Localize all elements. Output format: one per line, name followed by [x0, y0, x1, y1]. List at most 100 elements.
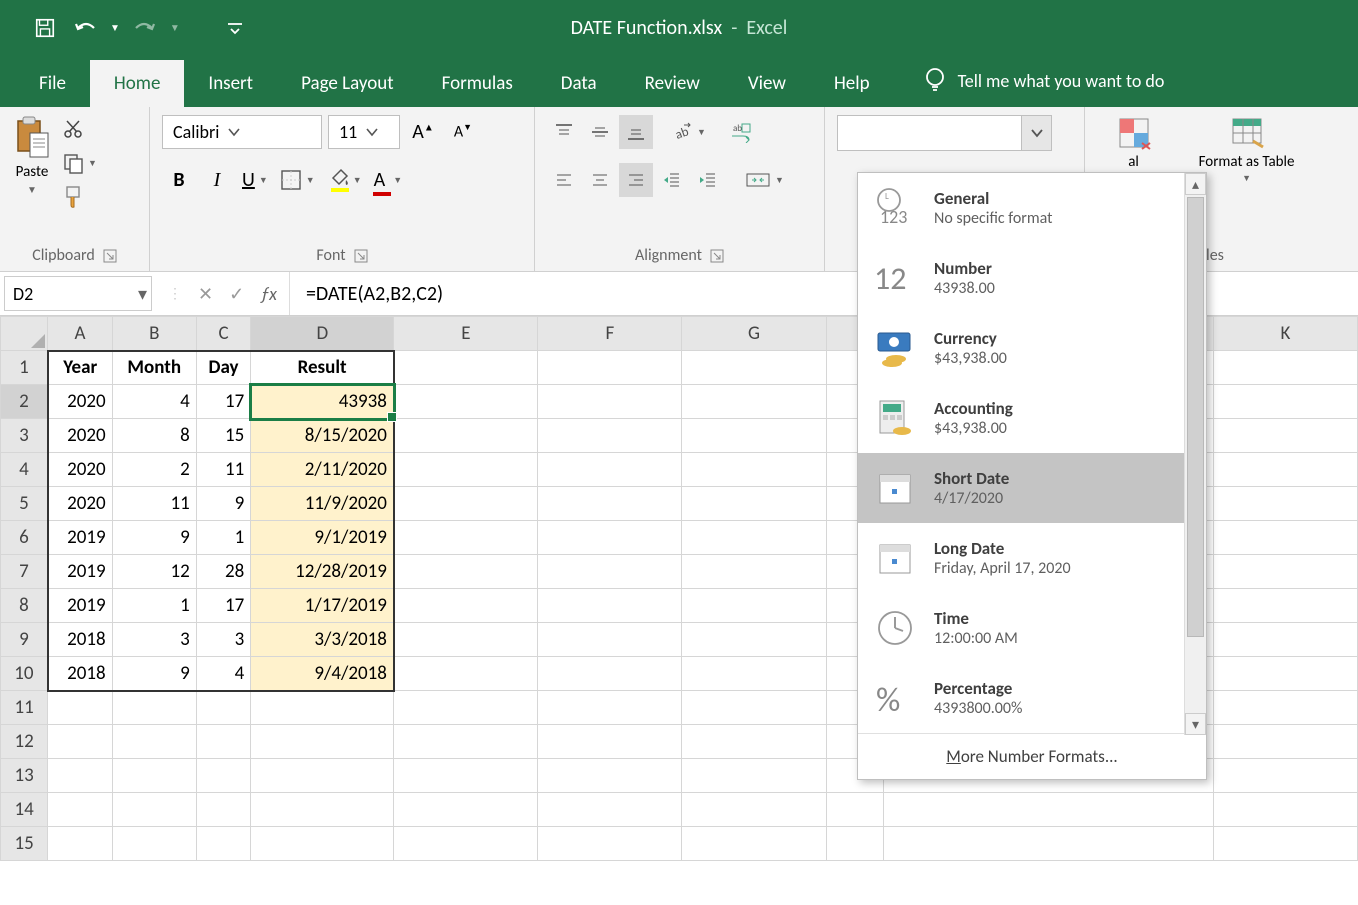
cell[interactable]: 43938 — [251, 385, 394, 419]
cell[interactable] — [682, 725, 826, 759]
cell[interactable] — [1213, 827, 1357, 861]
customize-qat-button[interactable] — [220, 13, 250, 43]
cell[interactable] — [112, 759, 196, 793]
cell[interactable] — [48, 691, 112, 725]
cell[interactable] — [394, 385, 538, 419]
cancel-formula-button[interactable]: ✕ — [198, 283, 213, 305]
cell[interactable]: 3 — [112, 623, 196, 657]
column-header[interactable]: K — [1213, 317, 1357, 351]
cell[interactable] — [196, 691, 250, 725]
cell[interactable] — [538, 623, 682, 657]
increase-indent-button[interactable] — [691, 163, 725, 197]
column-header[interactable]: F — [538, 317, 682, 351]
cell[interactable]: 1 — [196, 521, 250, 555]
cell[interactable] — [1213, 623, 1357, 657]
row-header[interactable]: 14 — [1, 793, 48, 827]
cell[interactable]: Month — [112, 351, 196, 385]
cell[interactable] — [682, 385, 826, 419]
name-box[interactable]: D2 ▾ — [4, 276, 152, 311]
column-header[interactable]: A — [48, 317, 112, 351]
cell[interactable] — [112, 691, 196, 725]
number-format-option-time[interactable]: Time12:00:00 AM — [858, 593, 1206, 663]
cell[interactable] — [682, 657, 826, 691]
cell[interactable]: 9 — [196, 487, 250, 521]
cell[interactable] — [394, 827, 538, 861]
decrease-font-button[interactable]: A▼ — [446, 115, 480, 149]
cell[interactable] — [884, 793, 1214, 827]
cell[interactable]: 9 — [112, 657, 196, 691]
cell[interactable] — [196, 827, 250, 861]
cell[interactable]: 17 — [196, 385, 250, 419]
cell[interactable]: 9/4/2018 — [251, 657, 394, 691]
undo-dropdown-icon[interactable]: ▼ — [110, 21, 120, 34]
row-header[interactable]: 8 — [1, 589, 48, 623]
align-bottom-button[interactable] — [619, 115, 653, 149]
cell[interactable] — [1213, 691, 1357, 725]
cell[interactable] — [394, 589, 538, 623]
cell[interactable] — [682, 555, 826, 589]
cell[interactable]: 2019 — [48, 521, 112, 555]
row-header[interactable]: 5 — [1, 487, 48, 521]
increase-font-button[interactable]: A▲ — [406, 115, 440, 149]
cell[interactable]: 2020 — [48, 487, 112, 521]
more-number-formats-button[interactable]: More Number Formats... — [858, 733, 1206, 779]
tab-view[interactable]: View — [724, 60, 810, 107]
cell[interactable] — [538, 589, 682, 623]
decrease-indent-button[interactable] — [655, 163, 689, 197]
cell[interactable] — [196, 793, 250, 827]
tab-data[interactable]: Data — [537, 60, 621, 107]
scroll-thumb[interactable] — [1187, 197, 1204, 637]
column-header[interactable]: C — [196, 317, 250, 351]
cell[interactable]: 3 — [196, 623, 250, 657]
column-header[interactable]: B — [112, 317, 196, 351]
scrollbar[interactable]: ▴▾ — [1184, 173, 1206, 735]
number-format-option-short-date[interactable]: Short Date4/17/2020 — [858, 453, 1206, 523]
cell[interactable] — [538, 657, 682, 691]
cell[interactable] — [394, 453, 538, 487]
cell[interactable] — [682, 793, 826, 827]
cell[interactable] — [884, 827, 1214, 861]
cell[interactable]: 2019 — [48, 555, 112, 589]
enter-formula-button[interactable]: ✓ — [229, 283, 244, 305]
tab-home[interactable]: Home — [90, 60, 185, 107]
cell[interactable] — [112, 827, 196, 861]
cell[interactable] — [394, 793, 538, 827]
cell[interactable] — [1213, 385, 1357, 419]
row-header[interactable]: 9 — [1, 623, 48, 657]
italic-button[interactable]: I — [200, 163, 234, 197]
cell[interactable]: 2/11/2020 — [251, 453, 394, 487]
column-header[interactable]: D — [251, 317, 394, 351]
borders-button[interactable]: ▼ — [276, 163, 319, 197]
fill-color-button[interactable]: ▼ — [323, 163, 366, 197]
cell[interactable]: 3/3/2018 — [251, 623, 394, 657]
cell[interactable] — [394, 487, 538, 521]
cell[interactable]: 1 — [112, 589, 196, 623]
cell[interactable] — [251, 827, 394, 861]
cell[interactable] — [682, 351, 826, 385]
row-header[interactable]: 6 — [1, 521, 48, 555]
cell[interactable] — [826, 793, 884, 827]
number-format-option-long-date[interactable]: Long DateFriday, April 17, 2020 — [858, 523, 1206, 593]
cell[interactable] — [538, 691, 682, 725]
cell[interactable]: 2020 — [48, 385, 112, 419]
cell[interactable] — [196, 759, 250, 793]
cell[interactable] — [682, 419, 826, 453]
cell[interactable] — [394, 691, 538, 725]
cell[interactable] — [1213, 725, 1357, 759]
cell[interactable] — [1213, 555, 1357, 589]
cell[interactable] — [394, 759, 538, 793]
cell[interactable]: 4 — [196, 657, 250, 691]
chevron-down-icon[interactable] — [1021, 116, 1051, 150]
format-painter-button[interactable] — [62, 183, 97, 211]
wrap-text-button[interactable]: ab — [724, 115, 758, 149]
font-name-combo[interactable]: Calibri — [162, 115, 322, 149]
cell[interactable]: Result — [251, 351, 394, 385]
row-header[interactable]: 13 — [1, 759, 48, 793]
cell[interactable] — [1213, 657, 1357, 691]
format-as-table-button[interactable]: Format as Table ▼ — [1199, 115, 1295, 184]
cell[interactable] — [112, 725, 196, 759]
cell[interactable] — [1213, 351, 1357, 385]
cell[interactable] — [1213, 759, 1357, 793]
cell[interactable] — [682, 691, 826, 725]
cell[interactable] — [538, 827, 682, 861]
